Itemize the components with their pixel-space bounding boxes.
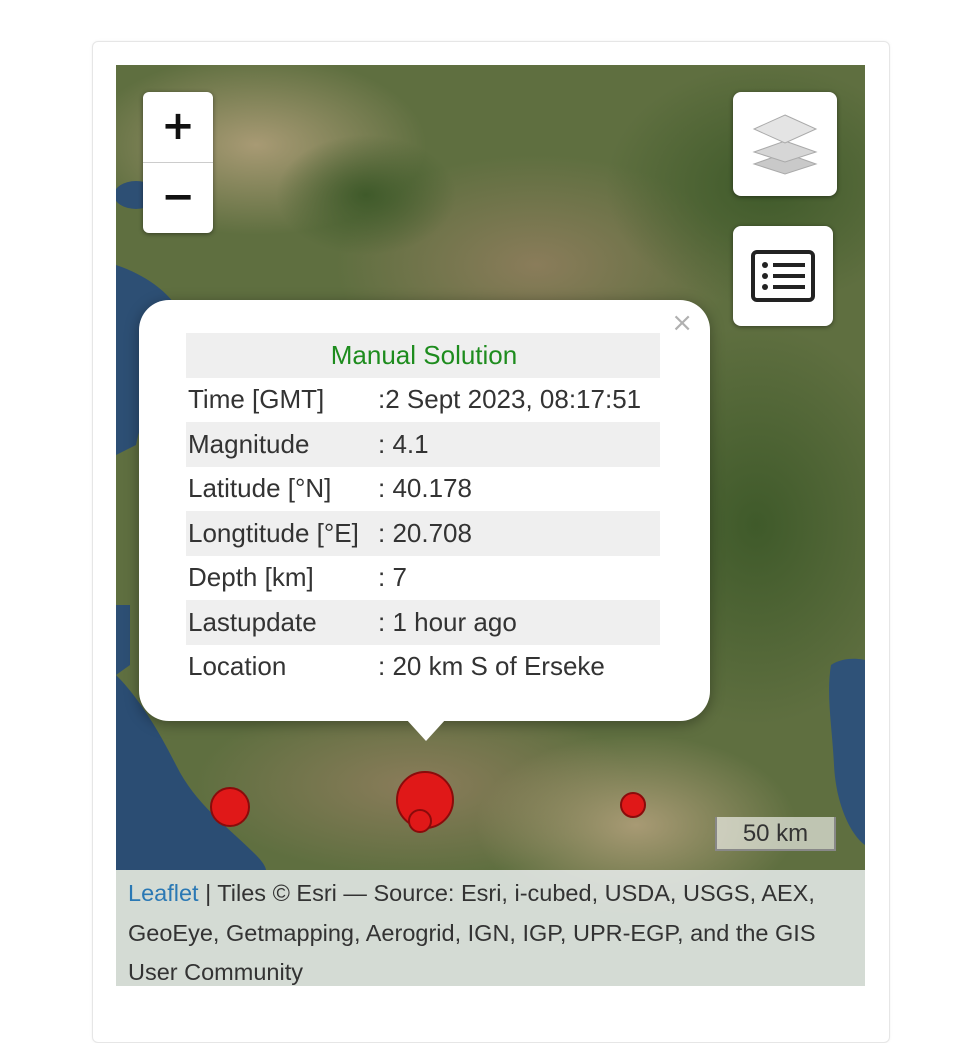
detail-row-time: Time [GMT] :2 Sept 2023, 08:17:51 <box>186 378 660 423</box>
detail-row-longitude: Longtitude [°E] : 20.708 <box>186 511 660 556</box>
popup-title: Manual Solution <box>186 333 660 378</box>
detail-key: Location <box>188 651 287 682</box>
detail-key: Longtitude [°E] <box>186 511 376 556</box>
detail-row-lastupdate: Lastupdate : 1 hour ago <box>186 600 660 645</box>
detail-row-depth: Depth [km] : 7 <box>186 556 660 601</box>
list-icon <box>751 250 815 302</box>
map-attribution: Leaflet | Tiles © Esri — Source: Esri, i… <box>116 870 865 986</box>
detail-value: : 20 km S of Erseke <box>378 651 605 682</box>
attribution-text: | Tiles © Esri — Source: Esri, i-cubed, … <box>128 880 816 985</box>
detail-row-latitude: Latitude [°N] : 40.178 <box>186 467 660 512</box>
detail-key: Depth [km] <box>188 562 314 593</box>
detail-value: : 1 hour ago <box>376 600 660 645</box>
layers-icon <box>752 114 818 175</box>
detail-value: : 20.708 <box>376 511 660 556</box>
detail-row-magnitude: Magnitude : 4.1 <box>186 422 660 467</box>
map-view[interactable]: + − × Manual Solution Time [GMT]:2 Sept… <box>116 65 865 986</box>
zoom-out-button[interactable]: − <box>143 163 213 233</box>
detail-key: Time [GMT] <box>188 384 325 415</box>
detail-key: Lastupdate <box>186 600 376 645</box>
earthquake-popup: × Manual Solution Time [GMT] :2 Sept 202… <box>139 300 710 741</box>
popup-close-button[interactable]: × <box>671 310 693 336</box>
legend-control-button[interactable] <box>733 226 833 326</box>
earthquake-marker[interactable] <box>620 792 646 818</box>
layers-control-button[interactable] <box>733 92 837 196</box>
detail-row-location: Location : 20 km S of Erseke <box>186 645 660 690</box>
detail-value: : 40.178 <box>378 473 472 504</box>
detail-value: :2 Sept 2023, 08:17:51 <box>378 384 642 415</box>
earthquake-marker[interactable] <box>408 809 432 833</box>
detail-key: Magnitude <box>186 422 376 467</box>
popup-title-row: Manual Solution <box>186 333 660 378</box>
leaflet-link[interactable]: Leaflet <box>128 880 199 906</box>
detail-value: : 7 <box>378 562 407 593</box>
popup-tip <box>406 719 446 741</box>
zoom-control: + − <box>143 92 213 233</box>
zoom-in-button[interactable]: + <box>143 92 213 163</box>
earthquake-marker[interactable] <box>210 787 250 827</box>
detail-value: : 4.1 <box>376 422 660 467</box>
detail-key: Latitude [°N] <box>188 473 332 504</box>
scale-bar: 50 km <box>715 817 836 851</box>
earthquake-details-table: Manual Solution Time [GMT] :2 Sept 2023,… <box>186 333 660 689</box>
